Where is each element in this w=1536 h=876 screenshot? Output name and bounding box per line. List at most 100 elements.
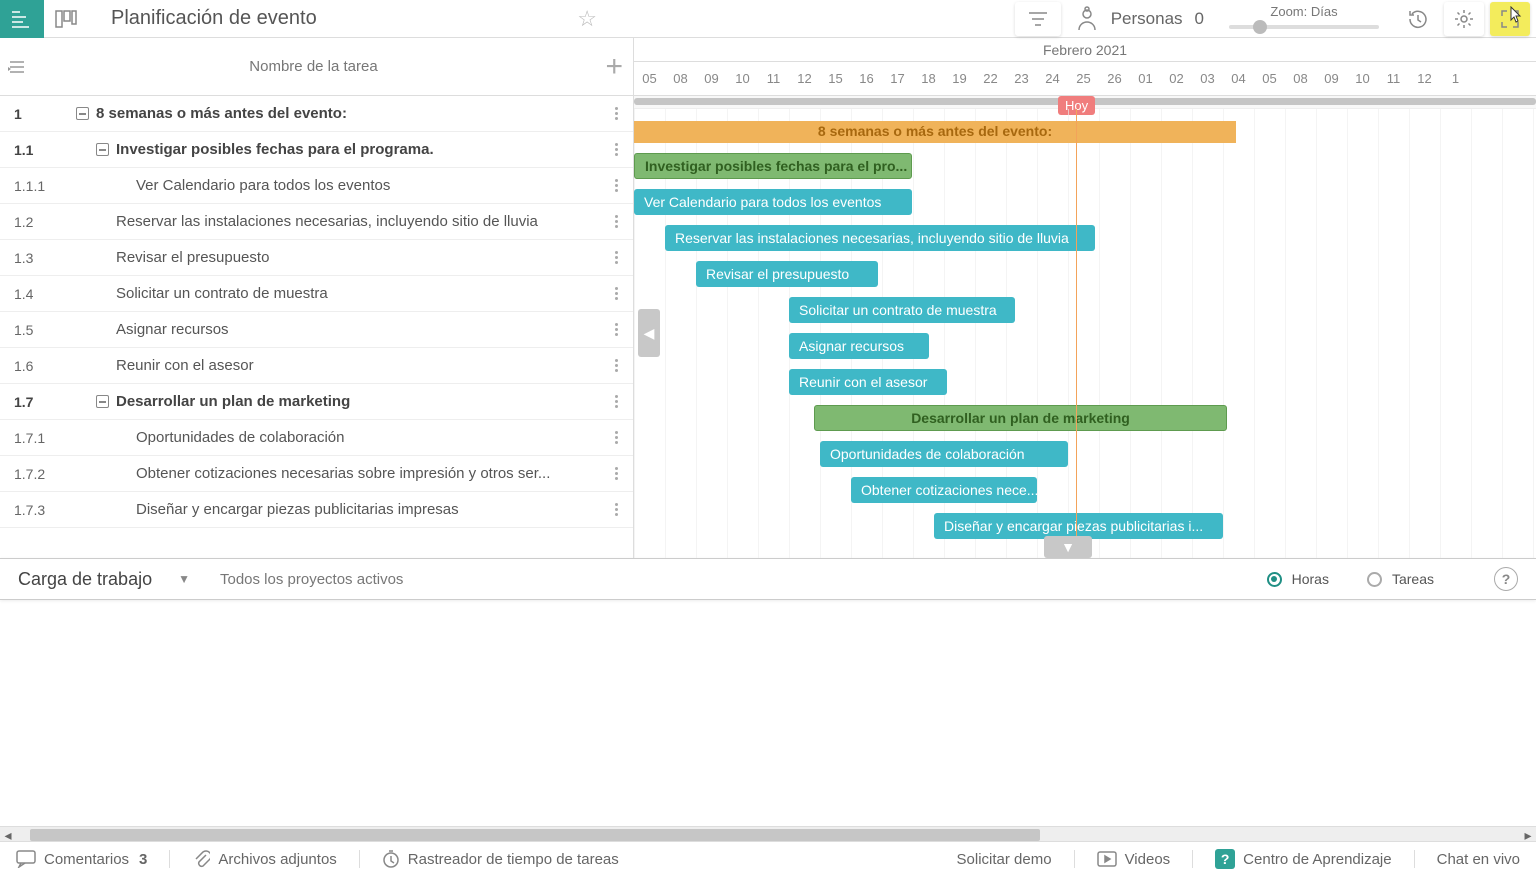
gantt-bar[interactable]: Ver Calendario para todos los eventos: [634, 189, 912, 215]
task-name[interactable]: Diseñar y encargar piezas publicitarias …: [136, 501, 607, 518]
project-title-field[interactable]: Planificación de evento ☆: [102, 1, 610, 37]
gantt-bar[interactable]: Solicitar un contrato de muestra: [789, 297, 1015, 323]
task-name[interactable]: Asignar recursos: [116, 321, 607, 338]
scroll-thumb[interactable]: [30, 829, 1040, 841]
live-chat-link[interactable]: Chat en vivo: [1437, 851, 1520, 868]
filter-button[interactable]: [1015, 2, 1061, 36]
wbs-number: 1.7.2: [0, 466, 68, 482]
gantt-bar[interactable]: Reservar las instalaciones necesarias, i…: [665, 225, 1095, 251]
history-button[interactable]: [1398, 2, 1438, 36]
collapse-toggle[interactable]: [88, 143, 116, 156]
workload-caret-icon[interactable]: ▼: [178, 572, 190, 586]
collapse-toggle[interactable]: [88, 395, 116, 408]
gantt-bar[interactable]: Investigar posibles fechas para el pro..…: [634, 153, 912, 179]
gantt-body[interactable]: ◀ ▼ 8 semanas o más antes del evento: Inv…: [634, 109, 1536, 558]
task-row[interactable]: 1.7.1Oportunidades de colaboración: [0, 420, 633, 456]
gantt-bar[interactable]: Revisar el presupuesto: [696, 261, 878, 287]
wbs-number: 1.5: [0, 322, 68, 338]
day-cell: 1: [1440, 62, 1471, 95]
task-name[interactable]: Reunir con el asesor: [116, 357, 607, 374]
task-row[interactable]: 1.2Reservar las instalaciones necesarias…: [0, 204, 633, 240]
task-name[interactable]: Desarrollar un plan de marketing: [116, 393, 607, 410]
help-icon[interactable]: ?: [1494, 567, 1518, 591]
horizontal-scrollbar[interactable]: ◂ ▸: [0, 826, 1536, 842]
project-title: Planificación de evento: [111, 7, 567, 30]
kebab-menu[interactable]: [607, 107, 633, 120]
radio-hours[interactable]: Horas: [1267, 571, 1329, 587]
kebab-menu[interactable]: [607, 287, 633, 300]
task-row[interactable]: 1.7Desarrollar un plan de marketing: [0, 384, 633, 420]
learning-center-link[interactable]: ? Centro de Aprendizaje: [1215, 849, 1391, 869]
view-gantt-button[interactable]: [0, 0, 44, 38]
task-name[interactable]: 8 semanas o más antes del evento:: [96, 105, 607, 122]
gantt-bar[interactable]: Oportunidades de colaboración: [820, 441, 1068, 467]
month-header: Febrero 2021: [634, 38, 1536, 62]
attachments-button[interactable]: Archivos adjuntos: [192, 849, 336, 869]
day-header: 0508091011121516171819222324252601020304…: [634, 62, 1536, 96]
gantt-bar[interactable]: Desarrollar un plan de marketing: [814, 405, 1227, 431]
radio-tasks[interactable]: Tareas: [1367, 571, 1434, 587]
kebab-menu[interactable]: [607, 179, 633, 192]
task-name[interactable]: Obtener cotizaciones necesarias sobre im…: [136, 465, 607, 482]
kebab-menu[interactable]: [607, 143, 633, 156]
gantt-bar[interactable]: Obtener cotizaciones nece...: [851, 477, 1037, 503]
kebab-menu[interactable]: [607, 395, 633, 408]
workload-bar: Carga de trabajo ▼ Todos los proyectos a…: [0, 558, 1536, 600]
outline-toggle-icon[interactable]: [0, 38, 34, 96]
task-name[interactable]: Revisar el presupuesto: [116, 249, 607, 266]
zoom-slider[interactable]: [1229, 19, 1379, 33]
task-list-header: Nombre de la tarea +: [0, 38, 633, 96]
view-board-button[interactable]: [44, 0, 88, 38]
time-tracker-button[interactable]: Rastreador de tiempo de tareas: [382, 850, 619, 868]
gantt-bar[interactable]: Reunir con el asesor: [789, 369, 947, 395]
task-row[interactable]: 1.1.1Ver Calendario para todos los event…: [0, 168, 633, 204]
scroll-right-arrow[interactable]: ▸: [1520, 827, 1536, 843]
task-name[interactable]: Reservar las instalaciones necesarias, i…: [116, 213, 607, 230]
kebab-menu[interactable]: [607, 215, 633, 228]
task-row[interactable]: 1.4Solicitar un contrato de muestra: [0, 276, 633, 312]
videos-link[interactable]: Videos: [1097, 851, 1171, 868]
footer-bar: Comentarios 3 Archivos adjuntos Rastread…: [0, 842, 1536, 876]
add-column-button[interactable]: +: [605, 50, 623, 84]
gantt-bar[interactable]: Asignar recursos: [789, 333, 929, 359]
kebab-menu[interactable]: [607, 467, 633, 480]
star-icon[interactable]: ☆: [577, 6, 597, 32]
task-row[interactable]: 1.1Investigar posibles fechas para el pr…: [0, 132, 633, 168]
day-cell: 05: [1254, 62, 1285, 95]
task-row[interactable]: 1.3Revisar el presupuesto: [0, 240, 633, 276]
fullscreen-button[interactable]: [1490, 2, 1530, 36]
task-row[interactable]: 1.6Reunir con el asesor: [0, 348, 633, 384]
people-block[interactable]: Personas 0: [1075, 6, 1204, 32]
kebab-menu[interactable]: [607, 503, 633, 516]
day-cell: 17: [882, 62, 913, 95]
task-row[interactable]: 1.7.2 Obtener cotizaciones necesarias sob…: [0, 456, 633, 492]
attachments-label: Archivos adjuntos: [218, 851, 336, 868]
workload-title: Carga de trabajo: [18, 569, 152, 590]
task-name[interactable]: Ver Calendario para todos los eventos: [136, 177, 607, 194]
timeline-overview[interactable]: Hoy: [634, 96, 1536, 109]
collapse-toggle[interactable]: [68, 107, 96, 120]
kebab-menu[interactable]: [607, 323, 633, 336]
task-name[interactable]: Investigar posibles fechas para el progr…: [116, 141, 607, 158]
scroll-left-arrow[interactable]: ◂: [0, 827, 16, 843]
request-demo-link[interactable]: Solicitar demo: [957, 851, 1052, 868]
radio-hours-label: Horas: [1292, 571, 1329, 587]
kebab-menu[interactable]: [607, 251, 633, 264]
task-name[interactable]: Oportunidades de colaboración: [136, 429, 607, 446]
task-row[interactable]: 1.7.3 Diseñar y encargar piezas publicita…: [0, 492, 633, 528]
wbs-number: 1.7.3: [0, 502, 68, 518]
scroll-down-handle[interactable]: ▼: [1044, 536, 1092, 558]
kebab-menu[interactable]: [607, 359, 633, 372]
task-row[interactable]: 1.5 Asignar recursos: [0, 312, 633, 348]
zoom-control[interactable]: Zoom: Días: [1228, 4, 1380, 33]
task-row[interactable]: 1 8 semanas o más antes del evento:: [0, 96, 633, 132]
settings-button[interactable]: [1444, 2, 1484, 36]
scroll-left-handle[interactable]: ◀: [638, 309, 660, 357]
day-cell: 18: [913, 62, 944, 95]
workload-projects[interactable]: Todos los proyectos activos: [220, 571, 403, 588]
wbs-number: 1: [0, 106, 68, 122]
comments-button[interactable]: Comentarios 3: [16, 850, 147, 868]
kebab-menu[interactable]: [607, 431, 633, 444]
task-name[interactable]: Solicitar un contrato de muestra: [116, 285, 607, 302]
gantt-summary-bar[interactable]: 8 semanas o más antes del evento:: [634, 121, 1236, 143]
